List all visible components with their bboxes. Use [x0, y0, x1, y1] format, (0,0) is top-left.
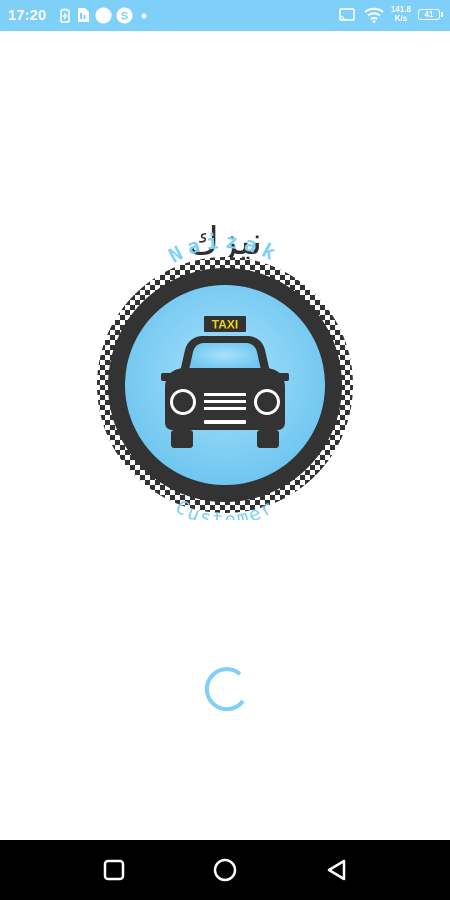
- navigation-bar: [0, 840, 450, 900]
- loading-spinner: [204, 667, 245, 712]
- network-speed-value: 141.8: [390, 5, 412, 14]
- battery-level: 41: [424, 10, 434, 19]
- battery-icon: 41: [418, 9, 443, 20]
- status-time: 17:20: [8, 7, 47, 24]
- network-speed-unit: K/s: [394, 14, 408, 23]
- recents-button[interactable]: [94, 850, 134, 890]
- sim-icon: [78, 8, 89, 22]
- status-bar: 17:20 S 141.8 K/s 41: [0, 0, 450, 31]
- battery-saver-icon: [60, 8, 70, 23]
- recents-icon: [103, 859, 125, 881]
- back-icon: [327, 859, 346, 881]
- circle-notification-icon: [95, 7, 112, 24]
- taxi-sign-text: TAXI: [212, 318, 238, 332]
- home-button[interactable]: [205, 850, 245, 890]
- cast-icon: [339, 8, 355, 21]
- wifi-icon: [364, 7, 384, 23]
- svg-text:S: S: [121, 11, 128, 23]
- dot-icon: [141, 13, 147, 19]
- naizak-logo: نيزك Naizak Customer TAXI: [97, 219, 353, 520]
- s-app-icon: S: [116, 7, 133, 24]
- back-button[interactable]: [317, 850, 357, 890]
- network-speed: 141.8 K/s: [389, 5, 413, 23]
- home-icon: [213, 858, 237, 882]
